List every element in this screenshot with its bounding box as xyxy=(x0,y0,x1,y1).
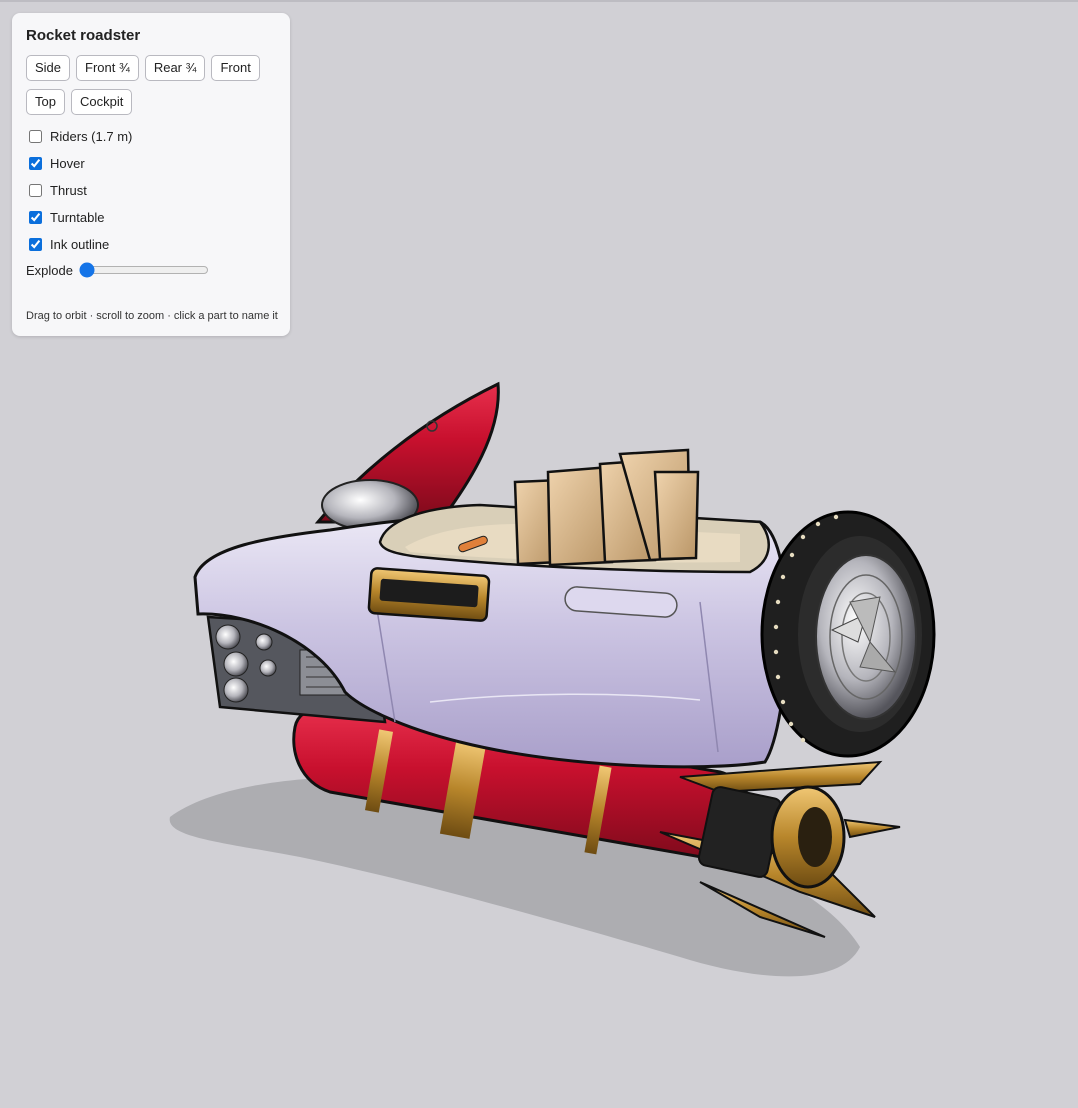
ink-outline-checkbox[interactable] xyxy=(29,238,42,251)
view-front-three-quarter-button[interactable]: Front ¾ xyxy=(76,55,139,81)
hover-label: Hover xyxy=(50,156,85,171)
turntable-checkbox[interactable] xyxy=(29,211,42,224)
explode-control: Explode xyxy=(26,257,276,283)
panel-title: Rocket roadster xyxy=(26,27,141,44)
explode-label: Explode xyxy=(26,262,73,278)
ink-outline-option: Ink outline xyxy=(26,231,276,258)
hover-option: Hover xyxy=(26,150,276,177)
turntable-option: Turntable xyxy=(26,204,276,231)
3d-viewport[interactable]: Rocket roadster Side Front ¾ Rear ¾ Fron… xyxy=(0,0,1078,1106)
view-rear-three-quarter-button[interactable]: Rear ¾ xyxy=(144,55,206,81)
view-buttons-row-2: Top Cockpit xyxy=(26,89,276,115)
view-cockpit-button[interactable]: Cockpit xyxy=(70,89,133,115)
turbine-fan xyxy=(815,554,917,720)
thrust-label: Thrust xyxy=(50,183,87,198)
view-front-button[interactable]: Front xyxy=(211,55,260,81)
interaction-hint: Drag to orbit · scroll to zoom · click a… xyxy=(26,310,278,322)
thrust-option: Thrust xyxy=(26,177,276,204)
ink-outline-label: Ink outline xyxy=(50,237,110,252)
view-side-button[interactable]: Side xyxy=(26,55,71,81)
riders-checkbox[interactable] xyxy=(29,130,42,143)
view-top-button[interactable]: Top xyxy=(26,89,65,115)
control-panel: Rocket roadster Side Front ¾ Rear ¾ Fron… xyxy=(12,13,290,336)
hover-checkbox[interactable] xyxy=(29,157,42,170)
view-buttons-row-1: Side Front ¾ Rear ¾ Front xyxy=(26,55,276,81)
thrust-checkbox[interactable] xyxy=(29,184,42,197)
riders-label: Riders (1.7 m) xyxy=(50,129,133,144)
explode-slider[interactable] xyxy=(78,262,209,278)
riders-option: Riders (1.7 m) xyxy=(26,123,276,150)
turntable-label: Turntable xyxy=(50,210,105,225)
